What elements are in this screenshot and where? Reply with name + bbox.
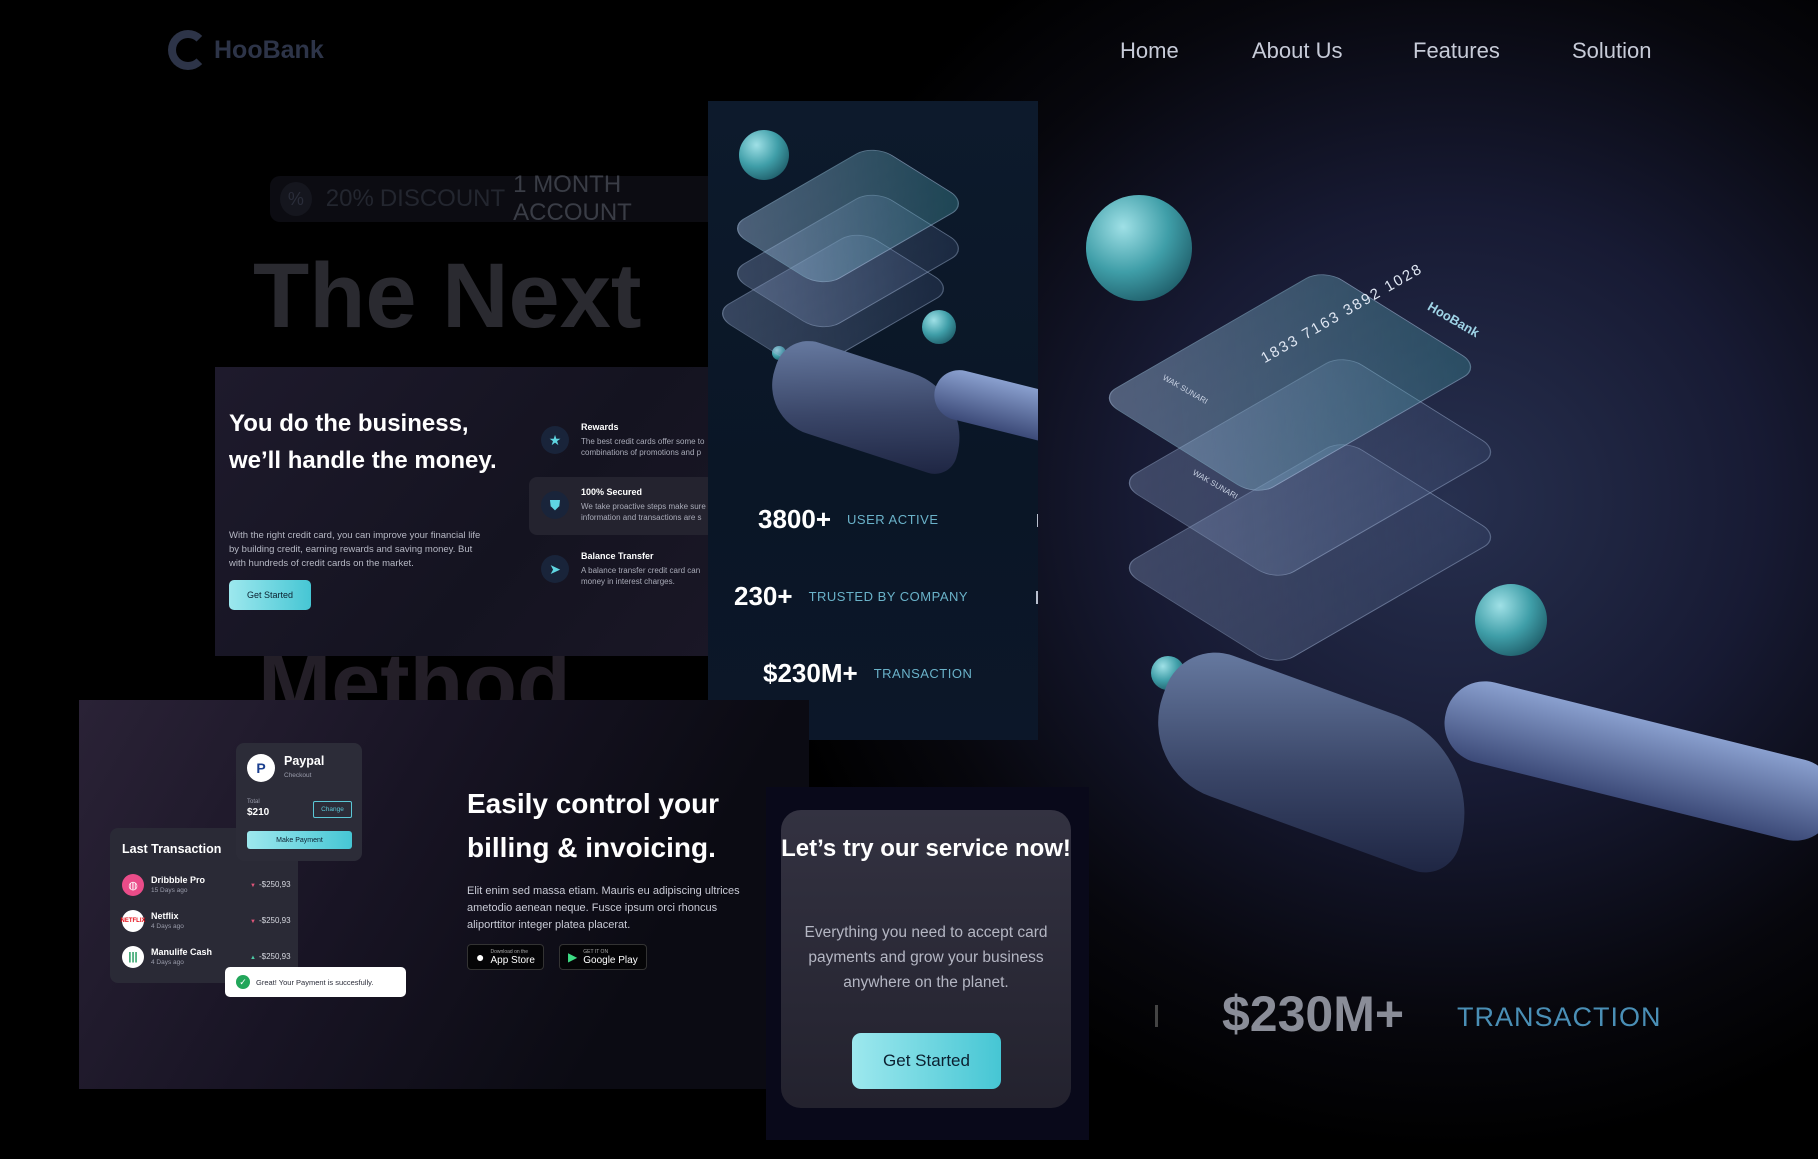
stat-value: 3800+ <box>758 504 832 534</box>
percent-icon: % <box>280 182 312 216</box>
brand-logo[interactable]: HooBank <box>168 30 324 70</box>
stat-label: TRUSTED BY COMPANY <box>808 589 969 604</box>
transaction-row[interactable]: NETFLIX Netflix 4 Days ago ▼ -$250,93 <box>121 908 291 938</box>
nav-home[interactable]: Home <box>1120 38 1179 64</box>
feature-desc: We take proactive steps make sure informa… <box>581 502 706 522</box>
total-value: $210 <box>247 807 270 818</box>
feature-rewards[interactable]: ★ Rewards The best credit cards offer so… <box>529 412 715 470</box>
business-body: With the right credit card, you can impr… <box>229 530 481 569</box>
stat-value: 230+ <box>734 581 793 611</box>
paypal-sub: Checkout <box>284 772 312 779</box>
paypal-name: Paypal <box>284 754 325 768</box>
feature-title: Balance Transfer <box>581 551 654 561</box>
sphere-medium <box>1475 584 1547 656</box>
arrow-down-icon: ▼ <box>250 883 256 889</box>
arrow-down-icon: ▼ <box>250 919 256 925</box>
feature-desc: The best credit cards offer some to combi… <box>581 437 705 457</box>
manulife-icon: ||| <box>122 946 144 968</box>
bottom-stat-value: $230M+ <box>1222 986 1405 1042</box>
transaction-name: Manulife Cash <box>151 947 213 957</box>
toast-text: Great! Your Payment is succesfully. <box>256 977 374 987</box>
google-play-button[interactable]: ▶ GET IT ON Google Play <box>559 944 647 970</box>
total-label: Total <box>247 799 260 805</box>
stats-section: 3800+ USER ACTIVE 230+ TRUSTED BY COMPAN… <box>708 101 1038 740</box>
business-title: You do the business, we’ll handle the mo… <box>229 410 497 474</box>
cta-body: Everything you need to accept card payme… <box>804 924 1048 991</box>
transaction-row[interactable]: ◍ Dribbble Pro 15 Days ago ▼ -$250,93 <box>122 872 291 902</box>
app-store-button[interactable]: ● Download on the App Store <box>467 944 544 970</box>
billing-title: Easily control your billing & invoicing. <box>467 788 720 863</box>
nav-features[interactable]: Features <box>1413 38 1500 64</box>
google-play-icon: ▶ <box>568 950 578 964</box>
stat-trusted-by-company: 230+ TRUSTED BY COMPANY <box>734 581 1038 612</box>
logo-icon <box>168 30 208 70</box>
arrow-up-icon: ▲ <box>250 955 256 961</box>
dribbble-icon: ◍ <box>122 874 144 896</box>
nav-solution[interactable]: Solution <box>1572 38 1652 64</box>
stat-transaction: $230M+ TRANSACTION <box>763 658 972 689</box>
nav-about-us[interactable]: About Us <box>1252 38 1343 64</box>
hero-title: The Next <box>253 245 642 347</box>
stat-divider <box>1036 591 1038 604</box>
check-icon: ✓ <box>236 975 250 989</box>
feature-title: 100% Secured <box>581 487 643 497</box>
stat-label: TRANSACTION <box>873 666 973 681</box>
billing-section: Last Transaction ◍ Dribbble Pro 15 Days … <box>79 700 809 1089</box>
discount-rest: 1 MONTH ACCOUNT <box>513 171 632 226</box>
cta-title: Let’s try our service now! <box>781 835 1071 862</box>
transaction-name: Netflix <box>151 911 179 921</box>
transaction-amount: ▼ -$250,93 <box>250 880 291 889</box>
stat-value: $230M+ <box>763 658 858 688</box>
feature-balance-transfer[interactable]: ➤ Balance Transfer A balance transfer cr… <box>529 541 715 599</box>
netflix-icon: NETFLIX <box>121 910 146 932</box>
feature-desc: A balance transfer credit card can money … <box>581 566 701 586</box>
billing-body: Elit enim sed massa etiam. Mauris eu adi… <box>467 885 740 931</box>
stat-divider <box>1037 514 1038 527</box>
discount-word: DISCOUNT <box>379 185 506 212</box>
cta-card: Let’s try our service now! Everything yo… <box>781 810 1071 1108</box>
cta-section: Let’s try our service now! Everything yo… <box>766 787 1089 1140</box>
feature-secured[interactable]: ⛊ 100% Secured We take proactive steps m… <box>529 477 715 535</box>
stat-label: USER ACTIVE <box>847 512 939 527</box>
sphere-icon <box>922 310 956 344</box>
apple-icon: ● <box>476 949 485 965</box>
stat-user-active: 3800+ USER ACTIVE <box>758 504 1038 535</box>
brand-name: HooBank <box>214 35 324 64</box>
transaction-time: 4 Days ago <box>151 959 184 966</box>
last-transaction-title: Last Transaction <box>122 842 222 856</box>
make-payment-button[interactable]: Make Payment <box>247 831 352 849</box>
star-icon: ★ <box>541 426 569 454</box>
business-get-started-button[interactable]: Get Started <box>229 580 311 610</box>
change-button[interactable]: Change <box>313 801 352 818</box>
sphere-large <box>1086 195 1192 301</box>
discount-badge: % 20% DISCOUNT 1 MONTH ACCOUNT <box>270 171 730 226</box>
transaction-name: Dribbble Pro <box>151 875 206 885</box>
transaction-amount: ▲ -$250,93 <box>250 952 291 961</box>
paypal-icon: P <box>247 754 275 782</box>
send-icon: ➤ <box>541 555 569 583</box>
paypal-checkout-card: P Paypal Checkout Total $210 Change Make… <box>236 743 362 861</box>
business-section: You do the business, we’ll handle the mo… <box>215 367 715 656</box>
sphere-icon <box>739 130 789 180</box>
shield-icon: ⛊ <box>541 491 569 519</box>
transaction-amount: ▼ -$250,93 <box>250 916 291 925</box>
feature-title: Rewards <box>581 422 619 432</box>
bottom-stat-label: TRANSACTION <box>1457 1002 1662 1032</box>
transaction-time: 15 Days ago <box>151 887 188 894</box>
stat-divider <box>1155 1005 1158 1027</box>
transaction-time: 4 Days ago <box>151 923 184 930</box>
discount-percent: 20% <box>325 185 374 212</box>
cta-get-started-button[interactable]: Get Started <box>852 1033 1001 1089</box>
payment-success-toast: ✓ Great! Your Payment is succesfully. <box>225 967 406 997</box>
